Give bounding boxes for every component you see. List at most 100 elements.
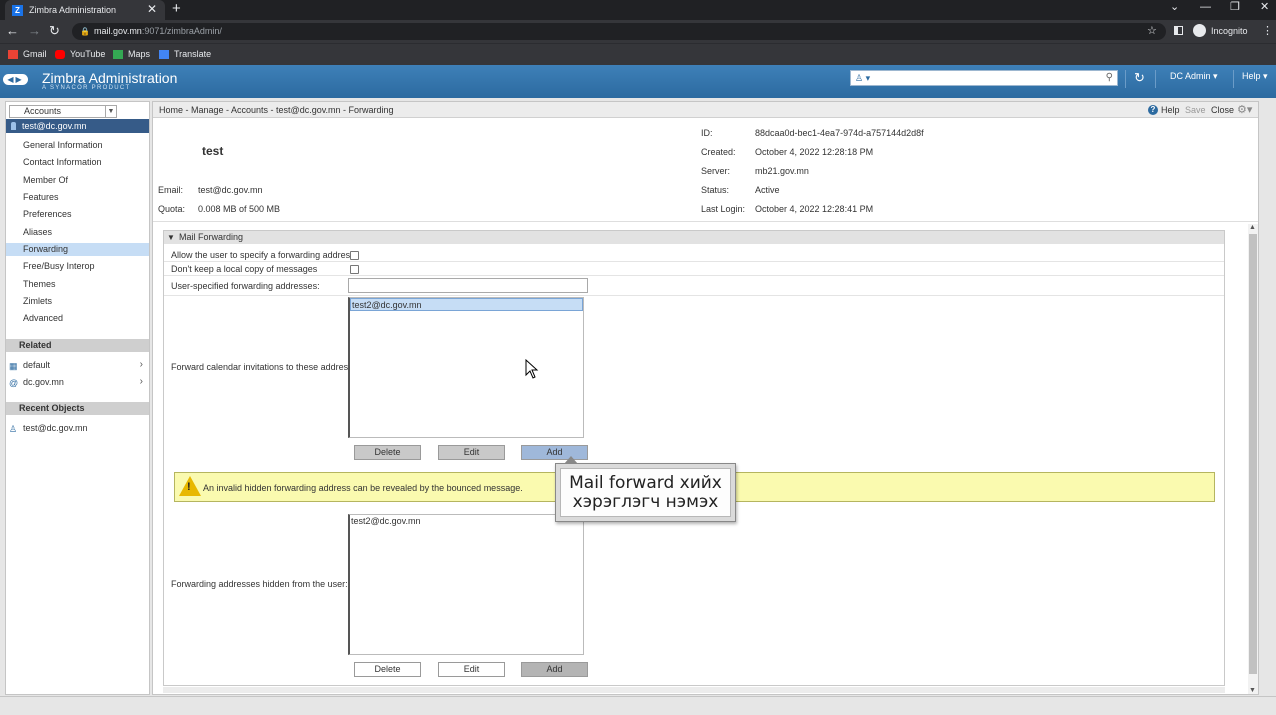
status-bar [0, 696, 1276, 715]
bookmark-youtube[interactable]: YouTube [55, 49, 105, 59]
gear-icon[interactable]: ⚙▾ [1237, 103, 1252, 116]
browser-menu-icon[interactable]: ⋮ [1262, 24, 1273, 37]
hidden-delete-button[interactable]: Delete [354, 662, 421, 677]
nav-general-information[interactable]: General Information [6, 139, 149, 152]
nav-themes[interactable]: Themes [6, 278, 149, 291]
bookmark-gmail[interactable]: Gmail [8, 49, 47, 59]
related-item-label: dc.gov.mn [23, 377, 64, 387]
related-item-cos[interactable]: ▦ default › [6, 358, 149, 372]
restore-icon[interactable]: ❐ [1230, 0, 1240, 14]
search-icon[interactable]: ⚲ [1106, 72, 1113, 83]
nav-zimlets[interactable]: Zimlets [6, 295, 149, 308]
bookmark-maps[interactable]: Maps [113, 49, 150, 59]
account-icon [11, 122, 16, 130]
no-local-copy-label: Don't keep a local copy of messages [171, 264, 318, 274]
id-value: 88dcaa0d-bec1-4ea7-974d-a757144d2d8f [755, 128, 924, 138]
nav-contact-information[interactable]: Contact Information [6, 156, 149, 169]
cos-icon: ▦ [9, 361, 18, 371]
section-header[interactable]: ▼ Mail Forwarding [164, 231, 1224, 244]
url-path: :9071/zimbraAdmin/ [141, 26, 222, 36]
hidden-add-button[interactable]: Add [521, 662, 588, 677]
reload-icon[interactable]: ↻ [49, 23, 60, 39]
bookmark-label: Maps [128, 49, 151, 59]
allow-forwarding-label: Allow the user to specify a forwarding a… [171, 250, 355, 260]
recent-objects-header: Recent Objects [6, 402, 149, 415]
last-login-label: Last Login: [701, 204, 746, 214]
forward-icon[interactable]: → [28, 23, 41, 39]
status-value: Active [755, 185, 780, 195]
related-header: Related [6, 339, 149, 352]
account-icon: ♙ [9, 424, 18, 434]
save-button[interactable]: Save [1185, 105, 1206, 115]
search-input[interactable]: ♙ ▾ ⚲ [850, 70, 1118, 86]
side-panel-icon[interactable] [1174, 26, 1183, 35]
divider [1233, 70, 1234, 88]
calendar-forward-list[interactable]: test2@dc.gov.mn [348, 297, 584, 438]
nav-member-of[interactable]: Member Of [6, 174, 149, 187]
nav-forwarding[interactable]: Forwarding [6, 243, 149, 256]
minimize-icon[interactable]: — [1200, 0, 1211, 14]
url-field[interactable]: 🔒 mail.gov.mn:9071/zimbraAdmin/ [72, 23, 1166, 40]
tab-search-icon[interactable]: ⌄ [1170, 0, 1179, 14]
toolbar: Home - Manage - Accounts - test@dc.gov.m… [153, 102, 1258, 118]
tab-title: Zimbra Administration [29, 5, 117, 15]
help-menu[interactable]: Help ▾ [1242, 71, 1268, 82]
help-button[interactable]: ? Help [1148, 105, 1180, 115]
account-node[interactable]: test@dc.gov.mn [6, 119, 149, 133]
youtube-icon [55, 49, 65, 59]
nav-free-busy-interop[interactable]: Free/Busy Interop [6, 260, 149, 273]
nav-advanced[interactable]: Advanced [6, 312, 149, 325]
divider [1125, 70, 1126, 88]
scroll-up-icon[interactable]: ▲ [1249, 224, 1256, 231]
incognito-indicator[interactable]: Incognito [1193, 24, 1248, 37]
hidden-forwarding-list[interactable]: test2@dc.gov.mn [348, 514, 584, 655]
hidden-edit-button[interactable]: Edit [438, 662, 505, 677]
id-label: ID: [701, 128, 713, 138]
email-label: Email: [158, 185, 184, 195]
vertical-scrollbar[interactable]: ▲ ▼ [1248, 224, 1258, 694]
server-value: mb21.gov.mn [755, 166, 809, 176]
user-menu-label: DC Admin [1170, 71, 1211, 81]
domain-icon: @ [9, 378, 19, 388]
user-forwarding-label: User-specified forwarding addresses: [171, 281, 320, 291]
collapse-triangle-icon[interactable]: ▼ [167, 231, 175, 244]
bookmarks-bar: Gmail YouTube Maps Translate [0, 43, 1276, 65]
related-item-domain[interactable]: @ dc.gov.mn › [6, 375, 149, 389]
nav-aliases[interactable]: Aliases [6, 226, 149, 239]
calendar-delete-button[interactable]: Delete [354, 445, 421, 460]
new-tab-button[interactable]: + [172, 0, 181, 18]
no-local-copy-checkbox[interactable] [350, 265, 359, 274]
search-type-icon[interactable]: ♙ ▾ [855, 73, 870, 84]
calendar-edit-button[interactable]: Edit [438, 445, 505, 460]
list-item[interactable]: test2@dc.gov.mn [350, 515, 583, 528]
browser-tab[interactable]: Z Zimbra Administration ✕ [5, 0, 165, 20]
app-title: Zimbra Administration [42, 70, 178, 86]
incognito-label: Incognito [1211, 25, 1248, 36]
nav-features[interactable]: Features [6, 191, 149, 204]
back-icon[interactable]: ← [6, 23, 19, 39]
bookmark-translate[interactable]: Translate [159, 49, 211, 59]
user-menu[interactable]: DC Admin ▾ [1170, 71, 1218, 82]
allow-forwarding-checkbox[interactable] [350, 251, 359, 260]
accounts-dropdown[interactable]: Accounts ▼ [9, 105, 117, 118]
form-row: Don't keep a local copy of messages [164, 262, 1224, 276]
scrollbar-thumb[interactable] [1249, 234, 1257, 674]
chevron-down-icon[interactable]: ▼ [105, 106, 116, 117]
history-nav-icon[interactable]: ◀▶ [3, 74, 28, 85]
nav-preferences[interactable]: Preferences [6, 208, 149, 221]
close-button[interactable]: Close [1211, 105, 1234, 115]
tooltip-line-1: Mail forward хийх [569, 473, 722, 493]
refresh-icon[interactable]: ↻ [1134, 70, 1145, 86]
recent-item-account[interactable]: ♙ test@dc.gov.mn [6, 421, 149, 435]
bookmark-star-icon[interactable]: ☆ [1147, 24, 1157, 37]
list-item[interactable]: test2@dc.gov.mn [350, 298, 583, 311]
translate-icon [159, 49, 169, 59]
user-forwarding-input[interactable] [348, 278, 588, 293]
horizontal-scrollbar[interactable] [163, 687, 1225, 693]
tab-close-icon[interactable]: ✕ [147, 2, 157, 16]
url-host: mail.gov.mn [93, 26, 142, 36]
scroll-down-icon[interactable]: ▼ [1249, 687, 1256, 694]
window-close-icon[interactable]: ✕ [1260, 0, 1269, 14]
left-nav-panel: Accounts ▼ test@dc.gov.mn General Inform… [5, 101, 150, 695]
breadcrumb[interactable]: Home - Manage - Accounts - test@dc.gov.m… [159, 105, 394, 115]
